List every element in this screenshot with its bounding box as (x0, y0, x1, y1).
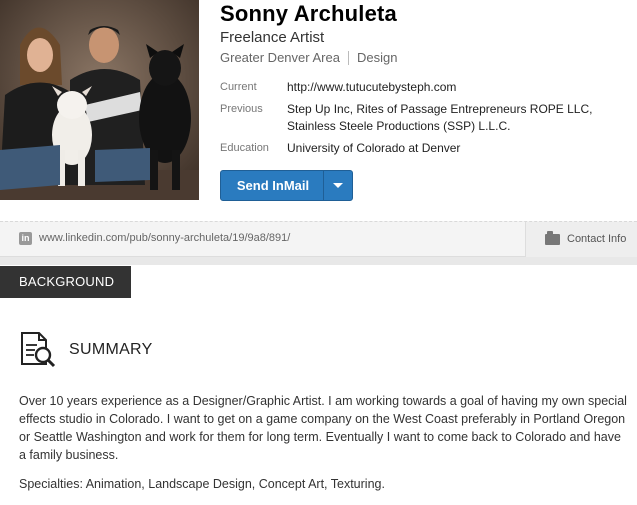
previous-value[interactable]: Step Up Inc, Rites of Passage Entreprene… (287, 101, 617, 135)
background-section-tab: BACKGROUND (0, 266, 131, 298)
specialties-text: Specialties: Animation, Landscape Design… (19, 477, 385, 491)
profile-location[interactable]: Greater Denver Area (220, 50, 340, 65)
public-profile-url[interactable]: www.linkedin.com/pub/sonny-archuleta/19/… (39, 232, 290, 244)
linkedin-icon: in (19, 232, 32, 245)
current-value[interactable]: http://www.tutucutebysteph.com (287, 79, 617, 96)
current-label: Current (220, 81, 257, 93)
profile-photo (0, 0, 199, 200)
location-industry-row: Greater Denver Area Design (220, 50, 397, 65)
document-search-icon (19, 331, 57, 374)
profile-headline: Freelance Artist (220, 29, 325, 46)
overview-previous-row: Previous Step Up Inc, Rites of Passage E… (220, 101, 617, 135)
profile-name: Sonny Archuleta (220, 1, 397, 26)
summary-text: Over 10 years experience as a Designer/G… (19, 394, 627, 462)
summary-heading: SUMMARY (69, 341, 153, 358)
send-inmail-button[interactable]: Send InMail (221, 178, 323, 193)
profile-overview: Current http://www.tutucutebysteph.com P… (220, 79, 617, 162)
divider (347, 50, 349, 65)
more-actions-dropdown[interactable] (324, 171, 352, 200)
previous-label: Previous (220, 103, 263, 115)
profile-industry[interactable]: Design (357, 50, 397, 65)
overview-current-row: Current http://www.tutucutebysteph.com (220, 79, 617, 96)
send-inmail-button-group: Send InMail (220, 170, 353, 201)
overview-education-row: Education University of Colorado at Denv… (220, 140, 617, 157)
education-value[interactable]: University of Colorado at Denver (287, 140, 617, 157)
contact-info-label: Contact Info (567, 233, 627, 245)
education-label: Education (220, 142, 269, 154)
section-gap (0, 257, 637, 265)
briefcase-icon (545, 231, 560, 245)
public-profile-bar: in www.linkedin.com/pub/sonny-archuleta/… (0, 221, 637, 257)
contact-info-button[interactable]: Contact Info (525, 222, 637, 257)
chevron-down-icon (333, 183, 343, 188)
